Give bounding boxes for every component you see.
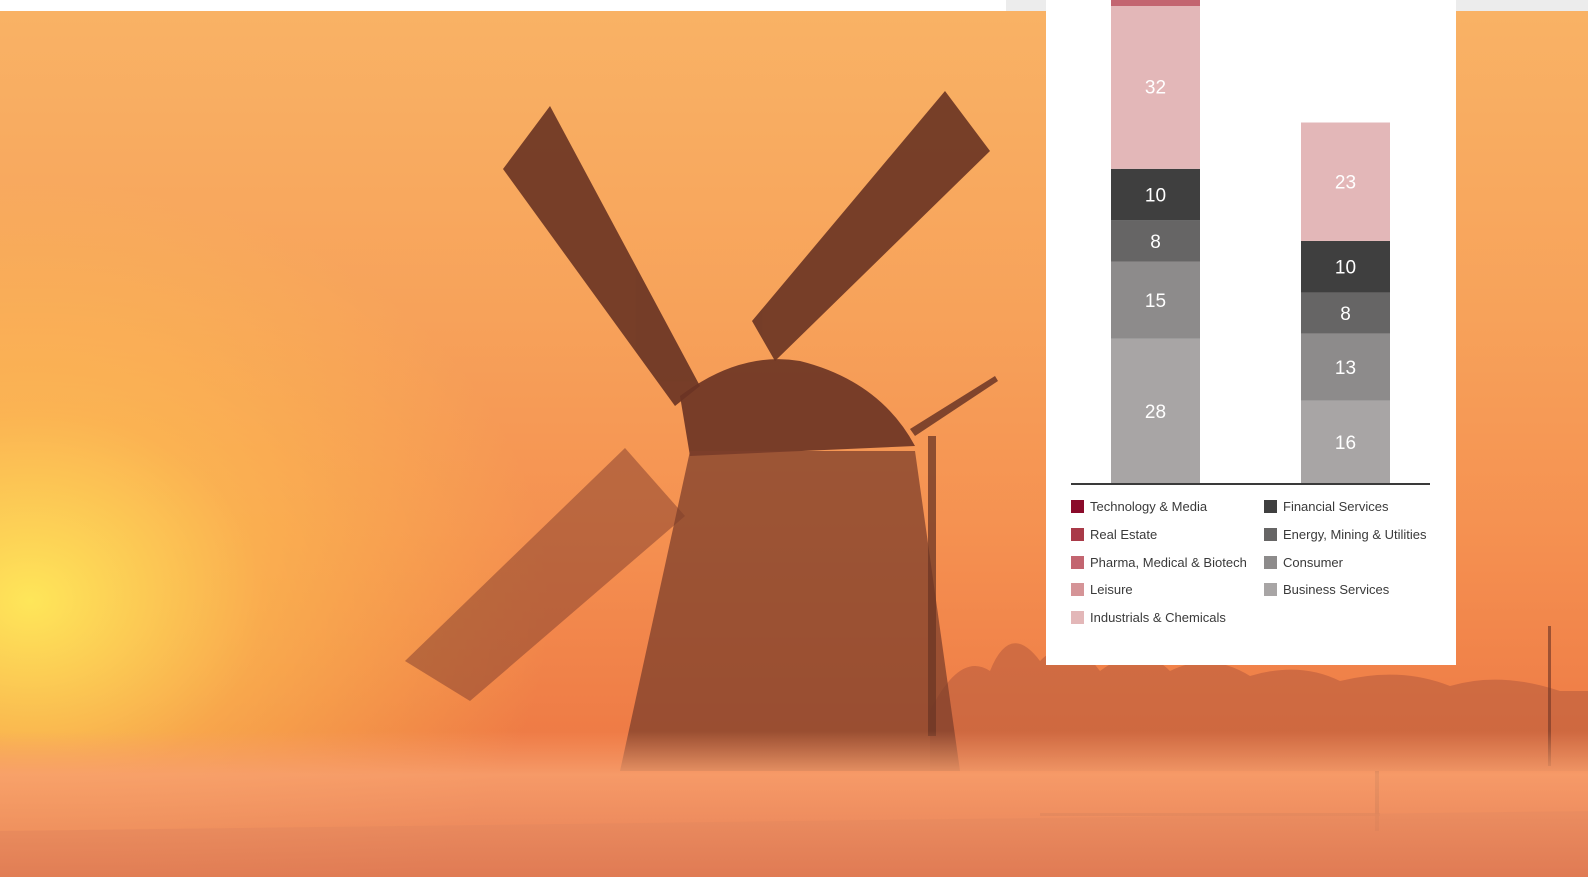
legend-item-industrials-chemicals: Industrials & Chemicals [1071, 610, 1226, 625]
legend-swatch [1071, 528, 1084, 541]
legend-swatch [1071, 583, 1084, 596]
legend-label: Consumer [1283, 555, 1343, 570]
legend-swatch [1264, 583, 1277, 596]
data-label-business-services-1: 28 [1145, 402, 1166, 423]
legend-label: Pharma, Medical & Biotech [1090, 555, 1247, 570]
chart-card: 2815810324161381023 Technology & MediaRe… [1046, 0, 1456, 665]
data-label-financial-services-1: 10 [1145, 186, 1166, 207]
fog-overlay [0, 731, 1588, 877]
legend-swatch [1071, 556, 1084, 569]
legend-label: Financial Services [1283, 499, 1389, 514]
legend-label: Leisure [1090, 582, 1133, 597]
data-label-financial-services-2: 10 [1335, 258, 1356, 279]
top-white-strip [0, 0, 1006, 11]
legend-label: Business Services [1283, 582, 1390, 597]
legend-label: Technology & Media [1090, 499, 1208, 514]
top-grey-strip [1456, 0, 1588, 11]
legend-label: Real Estate [1090, 527, 1158, 542]
legend-item-consumer: Consumer [1264, 555, 1343, 570]
legend-item-real-estate: Real Estate [1071, 527, 1157, 542]
legend-item-energy-mining-utilities: Energy, Mining & Utilities [1264, 527, 1427, 542]
data-label-business-services-2: 16 [1335, 433, 1356, 454]
data-label-energy-mining-utilities-2: 8 [1340, 304, 1351, 325]
data-label-consumer-2: 13 [1335, 358, 1356, 379]
bar-segment-pharma-medical-biotech-1 [1111, 0, 1200, 6]
data-label-energy-mining-utilities-1: 8 [1150, 232, 1161, 253]
legend-swatch [1264, 556, 1277, 569]
legend-label: Energy, Mining & Utilities [1283, 527, 1427, 542]
legend-item-technology-media: Technology & Media [1071, 499, 1207, 514]
stacked-bar-chart: 2815810324161381023 [1071, 0, 1430, 485]
legend-item-financial-services: Financial Services [1264, 499, 1389, 514]
legend-item-pharma-medical-biotech: Pharma, Medical & Biotech [1071, 555, 1247, 570]
legend-label: Industrials & Chemicals [1090, 610, 1226, 625]
legend-item-leisure: Leisure [1071, 582, 1133, 597]
legend-swatch [1264, 500, 1277, 513]
legend-swatch [1071, 611, 1084, 624]
legend-swatch [1264, 528, 1277, 541]
legend-item-business-services: Business Services [1264, 582, 1389, 597]
data-label-consumer-1: 15 [1145, 291, 1166, 312]
legend-swatch [1071, 500, 1084, 513]
data-label-industrials-chemicals-2: 23 [1335, 173, 1356, 194]
data-label-industrials-chemicals-1: 32 [1145, 77, 1166, 98]
